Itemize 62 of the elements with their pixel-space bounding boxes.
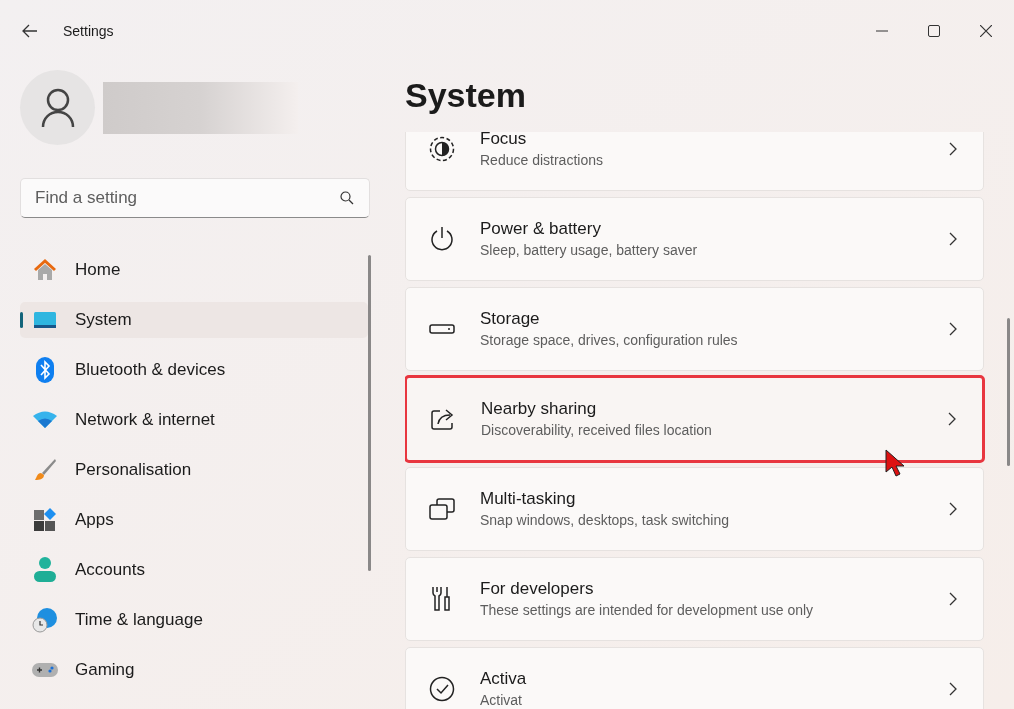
settings-item[interactable]: Nearby sharing Discoverability, received files location bbox=[405, 375, 985, 463]
settings-item[interactable]: Focus Reduce distractions bbox=[405, 132, 984, 191]
settings-item[interactable]: Power & battery Sleep, battery usage, battery saver bbox=[405, 197, 984, 281]
home-icon bbox=[32, 258, 58, 282]
sidebar-item[interactable]: System bbox=[20, 302, 368, 338]
person-icon bbox=[40, 87, 75, 128]
maximize-icon[interactable] bbox=[928, 25, 940, 37]
sidebar-item[interactable]: Gaming bbox=[20, 652, 368, 688]
globe-clock-icon bbox=[32, 607, 58, 633]
sidebar-item[interactable]: Personalisation bbox=[20, 452, 368, 488]
monitor-icon bbox=[32, 310, 58, 330]
chevron-right-icon bbox=[948, 412, 956, 426]
checkmark-circle-icon bbox=[428, 676, 456, 702]
apps-icon bbox=[32, 508, 58, 532]
sidebar-item[interactable]: Apps bbox=[20, 502, 368, 538]
mouse-cursor-icon bbox=[885, 449, 905, 479]
scrollbar-thumb[interactable] bbox=[1007, 318, 1010, 466]
gamepad-icon bbox=[32, 662, 58, 678]
sidebar-item[interactable]: Bluetooth & devices bbox=[20, 352, 368, 388]
close-icon[interactable] bbox=[980, 25, 992, 37]
chevron-right-icon bbox=[949, 322, 957, 336]
chevron-right-icon bbox=[949, 682, 957, 696]
sidebar-item[interactable]: Network & internet bbox=[20, 402, 368, 438]
search-field[interactable]: Find a setting bbox=[20, 178, 370, 218]
settings-item[interactable]: For developers These settings are intended for development use only bbox=[405, 557, 984, 641]
item-description: Sleep, battery usage, battery saver bbox=[480, 241, 699, 260]
scrollbar-thumb[interactable] bbox=[368, 255, 371, 571]
item-description: Discoverability, received files location bbox=[481, 421, 713, 440]
item-description: Activat bbox=[480, 691, 523, 709]
item-title: Focus bbox=[480, 132, 528, 150]
search-icon bbox=[340, 191, 354, 205]
settings-item[interactable]: Activa Activat bbox=[405, 647, 984, 709]
item-description: Reduce distractions bbox=[480, 151, 604, 170]
item-title: Nearby sharing bbox=[481, 398, 598, 420]
back-icon[interactable] bbox=[22, 24, 38, 38]
settings-item[interactable]: Storage Storage space, drives, configuration rules bbox=[405, 287, 984, 371]
chevron-right-icon bbox=[949, 232, 957, 246]
power-icon bbox=[428, 226, 456, 252]
settings-item[interactable]: Multi-tasking Snap windows, desktops, task switching bbox=[405, 467, 984, 551]
item-title: Storage bbox=[480, 308, 541, 330]
item-title: Multi-tasking bbox=[480, 488, 577, 510]
selection-indicator bbox=[20, 312, 23, 328]
item-title: Power & battery bbox=[480, 218, 602, 240]
window-title: Settings bbox=[63, 21, 114, 41]
chevron-right-icon bbox=[949, 142, 957, 156]
item-title: Activa bbox=[480, 668, 528, 690]
item-description: Snap windows, desktops, task switching bbox=[480, 511, 730, 530]
paintbrush-icon bbox=[32, 458, 58, 482]
wifi-icon bbox=[32, 411, 58, 429]
drive-icon bbox=[428, 324, 456, 334]
item-description: Storage space, drives, configuration rules bbox=[480, 331, 739, 350]
item-description: These settings are intended for development use only bbox=[480, 601, 815, 620]
item-title: For developers bbox=[480, 578, 595, 600]
windows-icon bbox=[428, 498, 456, 520]
sidebar-item[interactable]: Home bbox=[20, 252, 368, 288]
sidebar-item[interactable]: Time & language bbox=[20, 602, 368, 638]
focus-icon bbox=[428, 136, 456, 162]
person-icon bbox=[32, 557, 58, 583]
chevron-right-icon bbox=[949, 502, 957, 516]
chevron-right-icon bbox=[949, 592, 957, 606]
page-title: System bbox=[405, 75, 527, 116]
sidebar-item[interactable]: Accounts bbox=[20, 552, 368, 588]
